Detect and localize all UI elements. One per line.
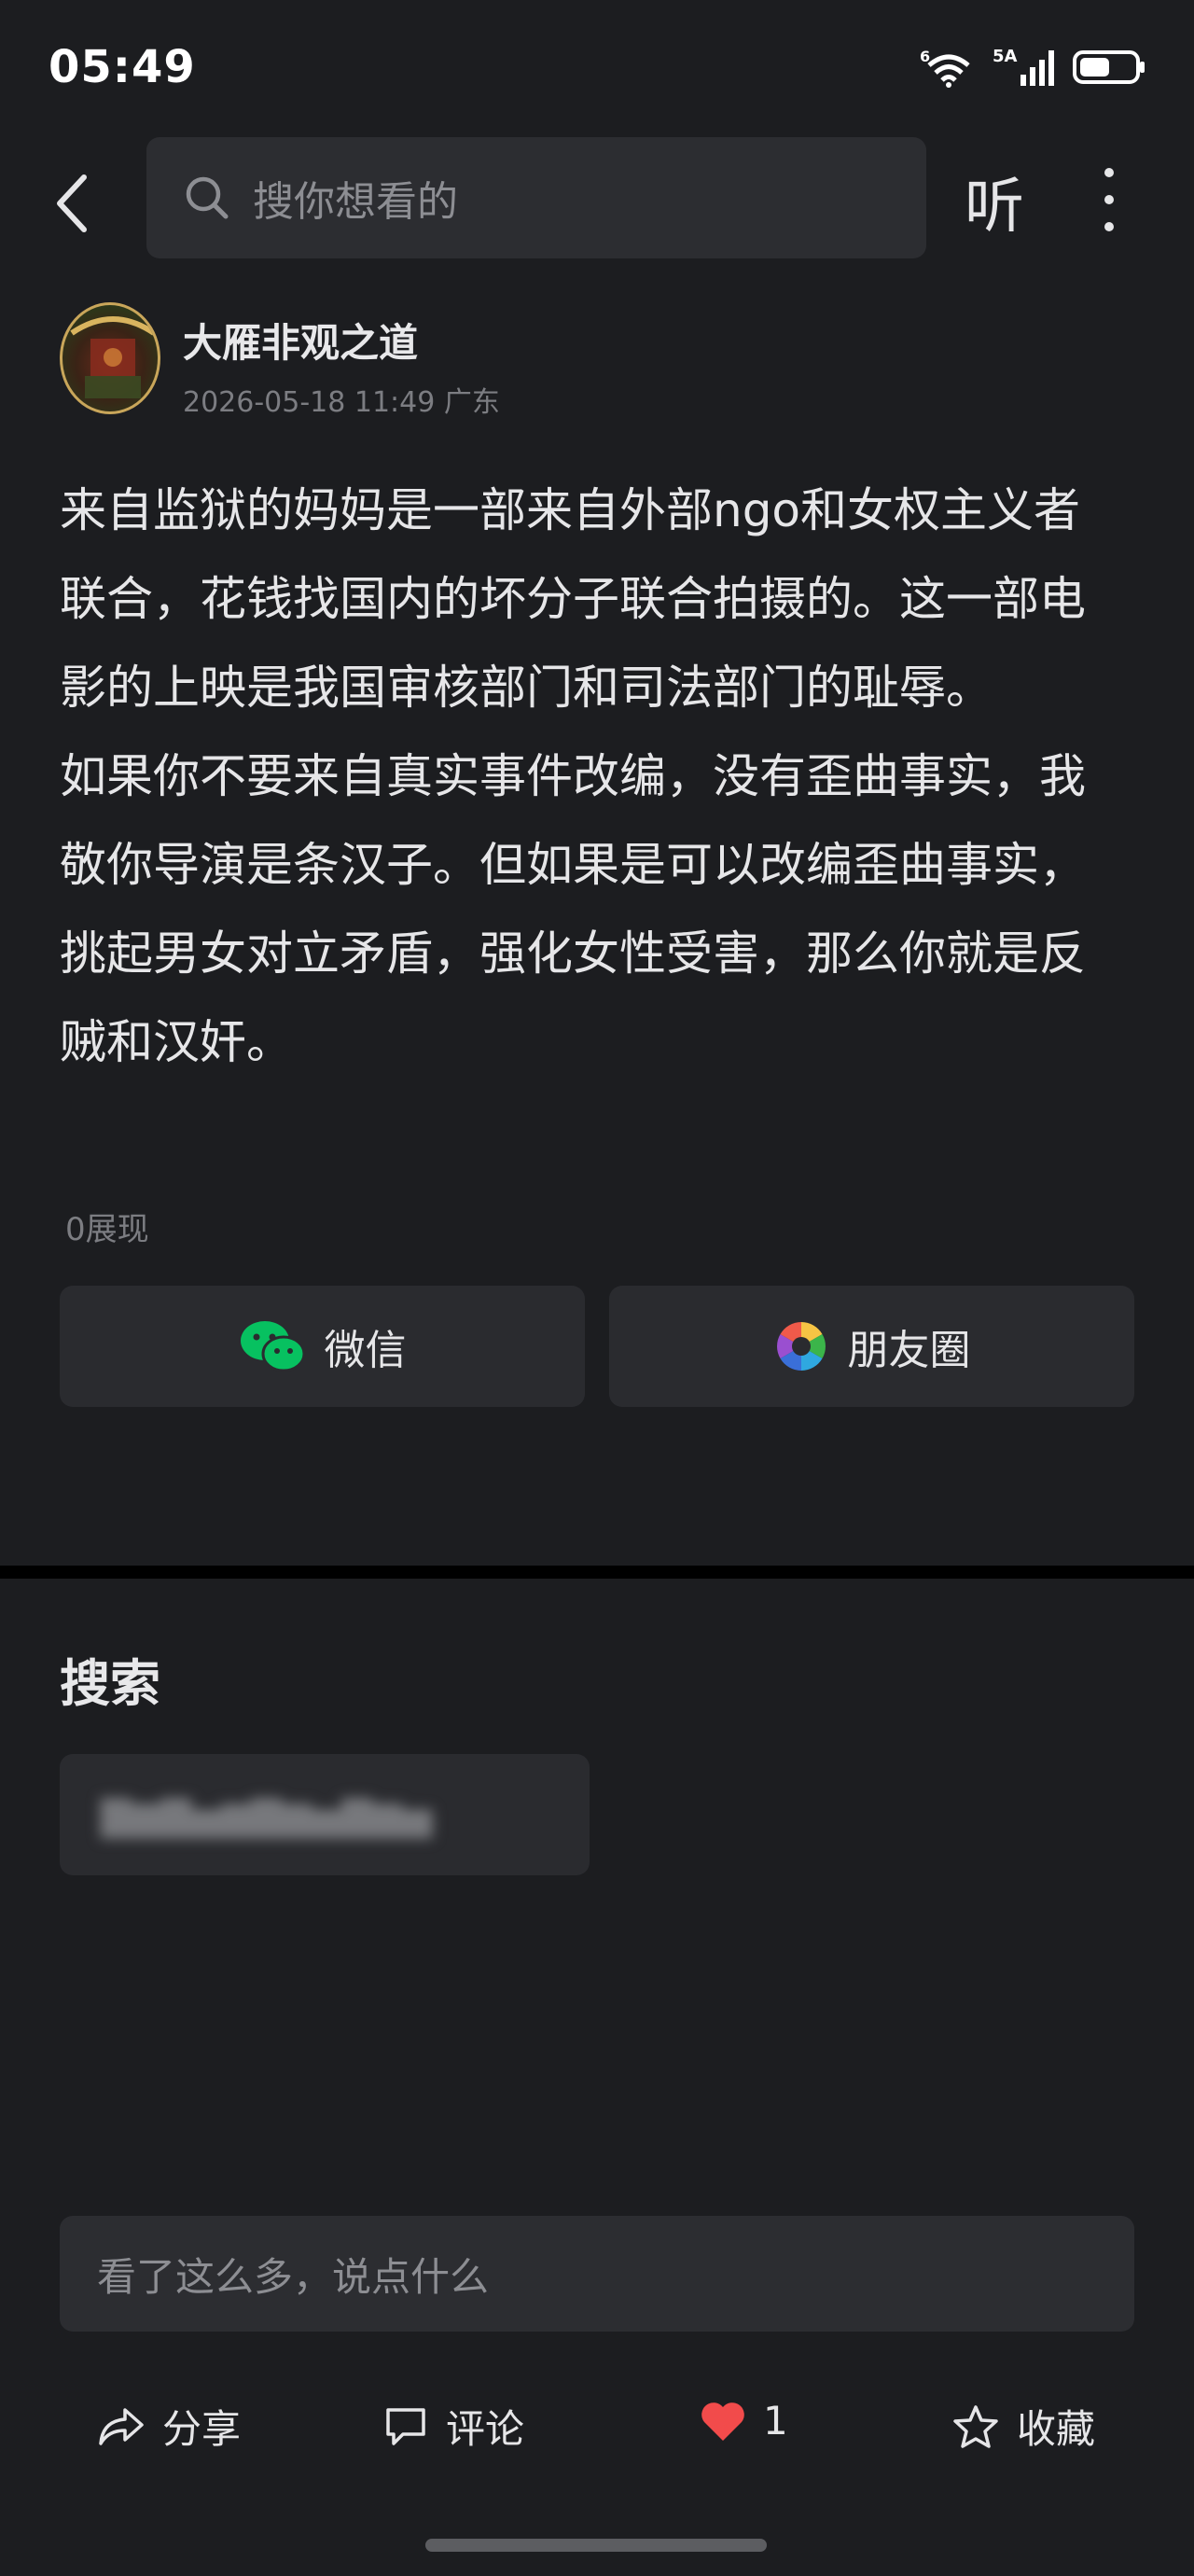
like-count: 1 — [763, 2398, 788, 2444]
svg-text:6: 6 — [920, 48, 930, 65]
avatar-image — [70, 316, 156, 398]
post-body: 来自监狱的妈妈是一部来自外部ngo和女权主义者联合，花钱找国内的坏分子联合拍摄的… — [60, 466, 1114, 1087]
share-moments-button[interactable]: 朋友圈 — [609, 1286, 1134, 1407]
post-meta: 2026-05-18 11:49 广东 — [183, 386, 500, 419]
comment-input[interactable]: 看了这么多，说点什么 — [60, 2216, 1134, 2332]
more-dot-icon — [1104, 222, 1114, 231]
share-wechat-button[interactable]: 微信 — [60, 1286, 585, 1407]
moments-icon — [776, 1322, 826, 1371]
star-icon — [953, 2404, 998, 2448]
search-suggestion-chip[interactable]: ▇▆▇▅▆▇▆▅▇▆▅ — [60, 1754, 590, 1875]
post-paragraph: 来自监狱的妈妈是一部来自外部ngo和女权主义者联合，花钱找国内的坏分子联合拍摄的… — [60, 483, 1086, 715]
search-icon — [186, 176, 229, 219]
share-row: 微信 朋友圈 — [60, 1286, 1134, 1407]
svg-text:5A: 5A — [993, 47, 1018, 66]
chevron-left-icon — [57, 174, 87, 232]
signal-icon: 5A — [993, 47, 1054, 86]
home-indicator[interactable] — [425, 2539, 767, 2552]
view-count: 0展现 — [65, 1211, 149, 1248]
section-divider — [0, 1566, 1194, 1579]
status-icons: 6 5A — [920, 47, 1147, 88]
favorite-label: 收藏 — [1017, 2406, 1096, 2452]
favorite-button[interactable]: 收藏 — [951, 2398, 1095, 2455]
wechat-icon — [240, 1321, 305, 1372]
more-options-button[interactable] — [1087, 164, 1132, 235]
more-dot-icon — [1104, 168, 1114, 177]
back-button[interactable] — [45, 168, 97, 239]
battery-icon — [1073, 50, 1145, 84]
search-section-title: 搜索 — [60, 1654, 160, 1713]
comment-button[interactable]: 评论 — [382, 2398, 524, 2455]
like-button[interactable]: 1 — [700, 2398, 788, 2444]
wifi-icon: 6 — [920, 48, 970, 88]
share-icon — [99, 2407, 144, 2445]
avatar[interactable] — [60, 302, 160, 414]
search-placeholder: 搜你想看的 — [253, 178, 458, 226]
search-input[interactable]: 搜你想看的 — [146, 137, 926, 258]
share-label: 分享 — [162, 2406, 242, 2452]
share-moments-label: 朋友圈 — [847, 1327, 971, 1374]
share-wechat-label: 微信 — [324, 1327, 407, 1374]
listen-button[interactable]: 听 — [965, 159, 1024, 244]
comment-label: 评论 — [446, 2406, 525, 2452]
status-bar: 05:49 6 5A — [0, 0, 1194, 131]
share-button[interactable]: 分享 — [97, 2398, 241, 2455]
author-header: 大雁非观之道 2026-05-18 11:49 广东 — [60, 302, 1132, 419]
comment-icon — [386, 2407, 425, 2445]
status-time: 05:49 — [49, 41, 196, 93]
author-name[interactable]: 大雁非观之道 — [183, 312, 418, 369]
more-dot-icon — [1104, 195, 1114, 204]
search-suggestion-text: ▇▆▇▅▆▇▆▅▇▆▅ — [101, 1791, 433, 1838]
bottom-action-bar: 分享 评论 1 收藏 — [0, 2370, 1194, 2482]
heart-icon — [701, 2402, 744, 2441]
post-paragraph: 如果你不要来自真实事件改编，没有歪曲事实，我敬你导演是条汉子。但如果是可以改编歪… — [60, 749, 1086, 1069]
top-nav: 搜你想看的 听 — [0, 131, 1194, 261]
